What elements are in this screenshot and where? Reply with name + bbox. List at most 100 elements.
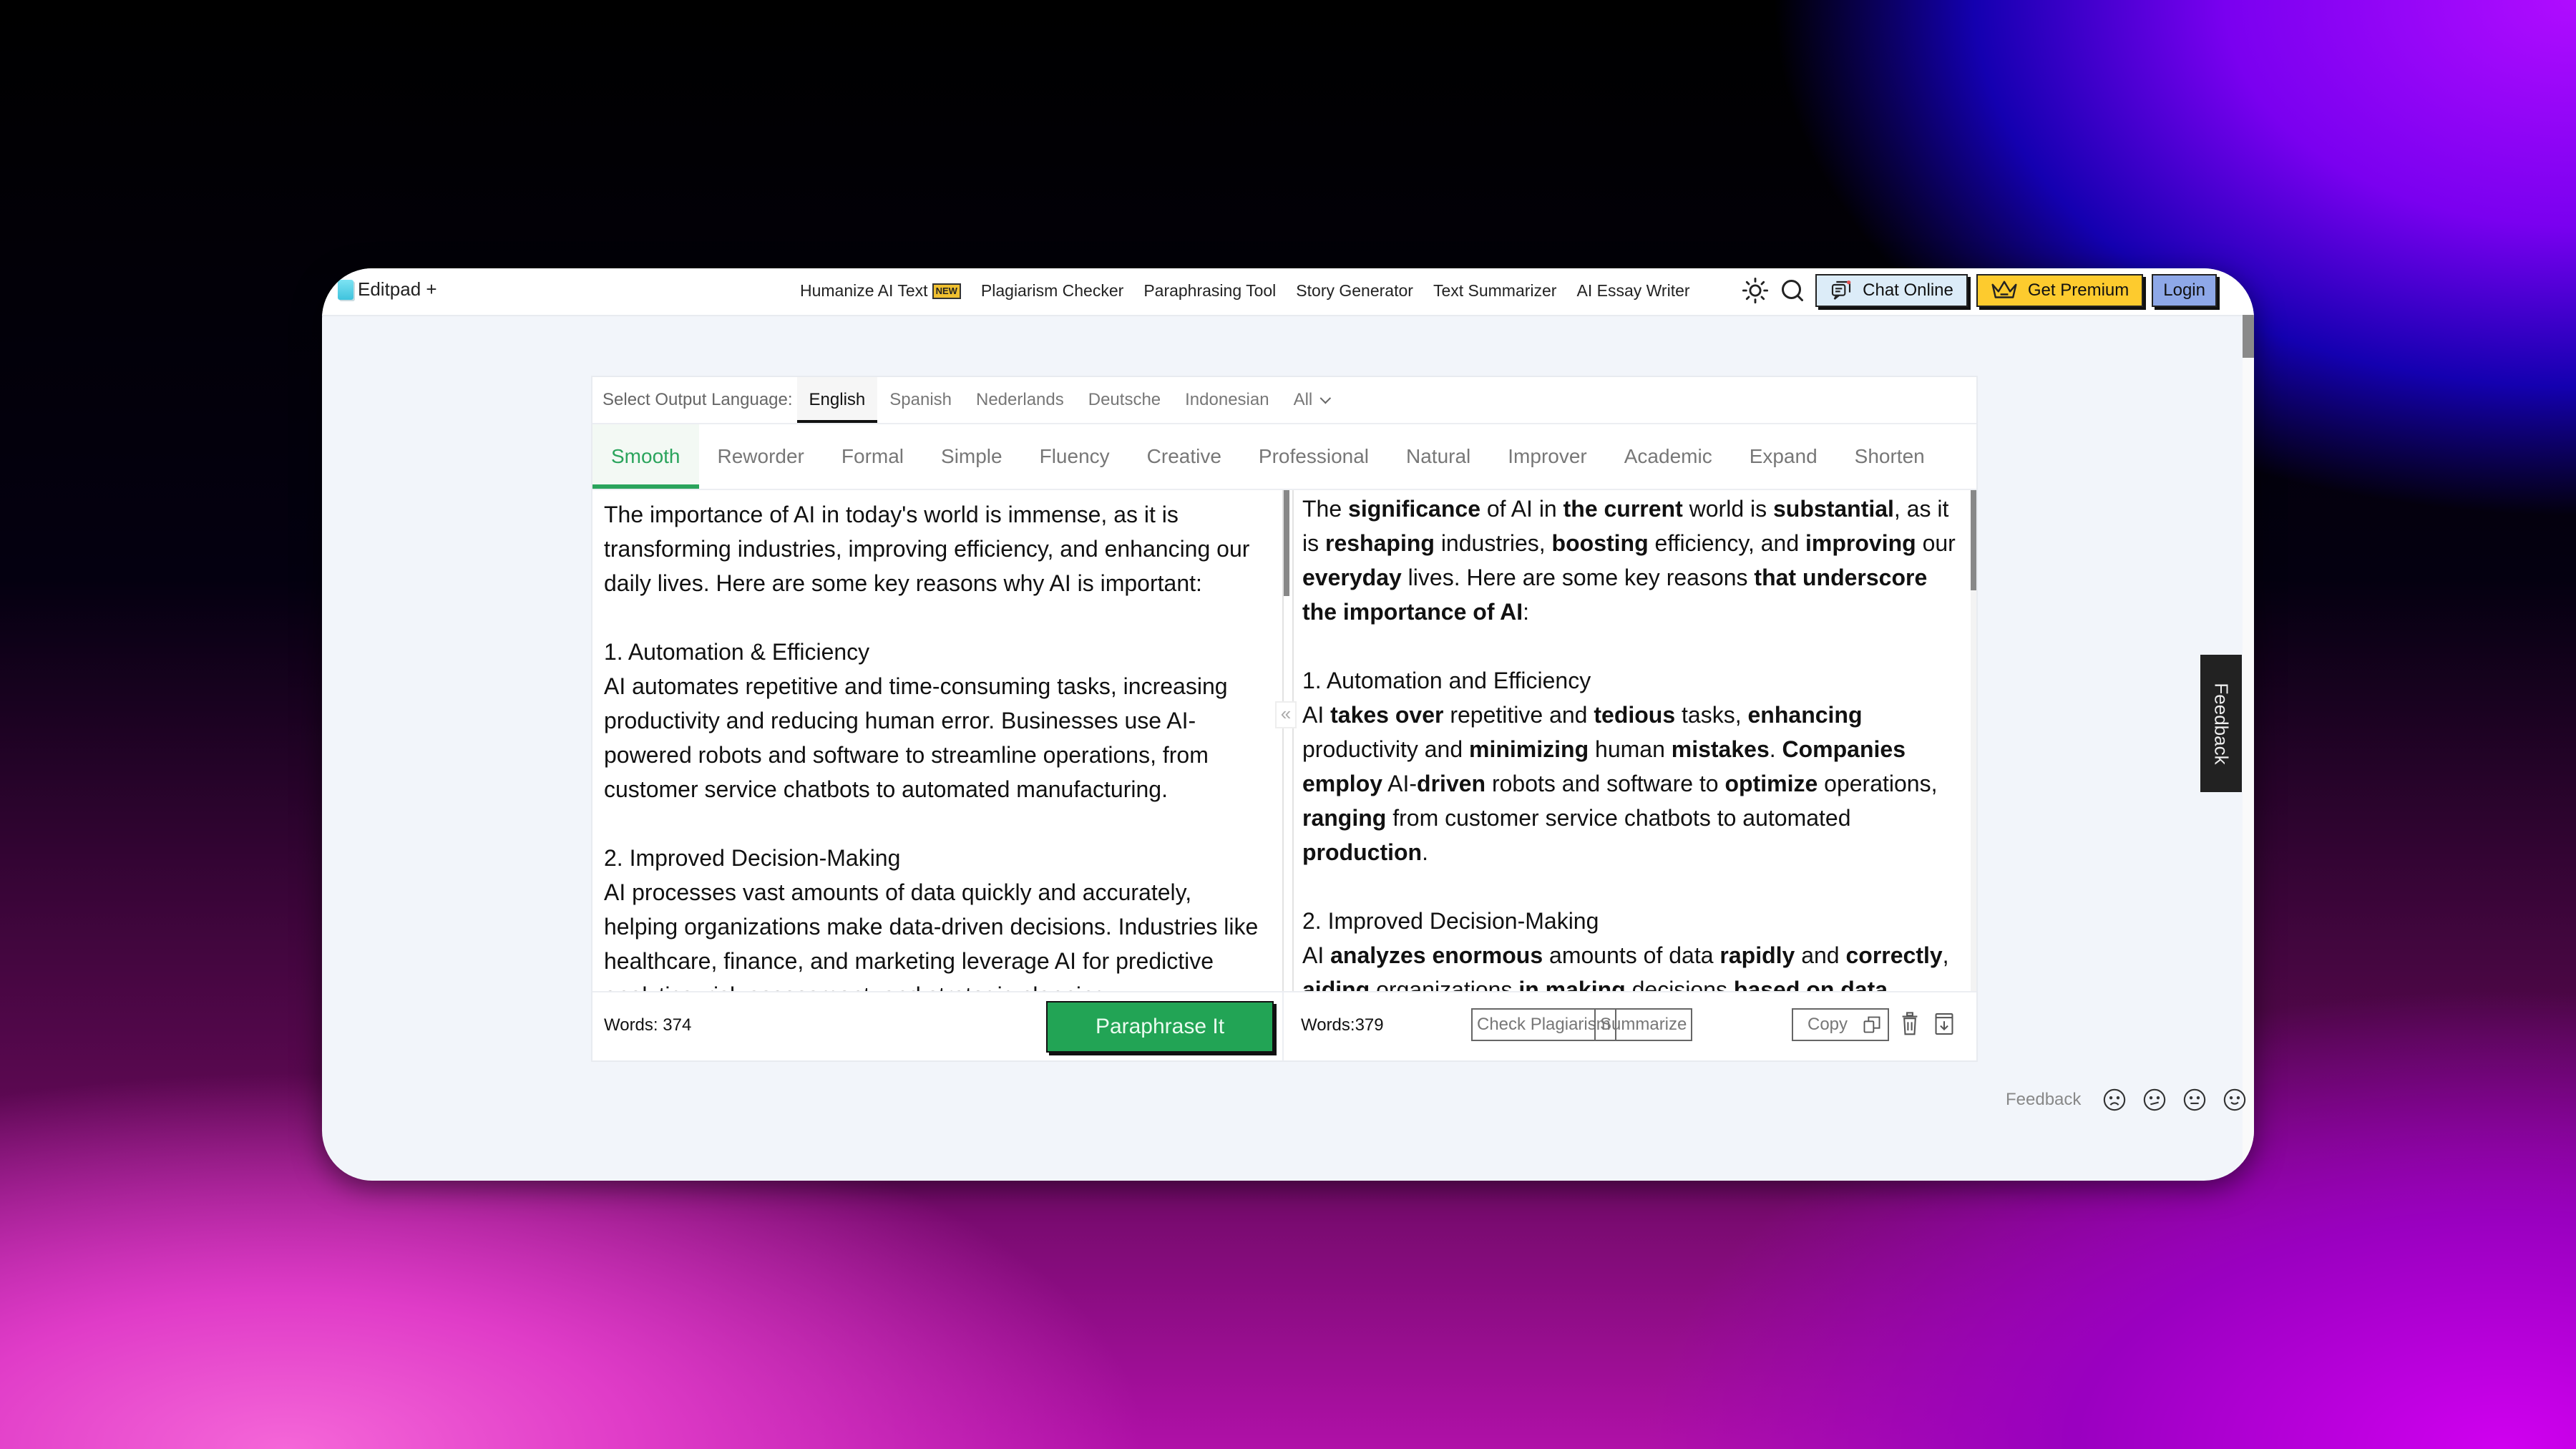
footer-divider (1282, 992, 1284, 1060)
nav-text-summarizer[interactable]: Text Summarizer (1433, 281, 1557, 301)
tab-professional[interactable]: Professional (1240, 424, 1387, 489)
changed-word: everyday (1302, 565, 1402, 590)
delete-button[interactable] (1899, 1010, 1921, 1038)
summarize-label: Summarize (1600, 1015, 1687, 1034)
unchanged-text: , (1942, 942, 1949, 968)
nav-story-generator[interactable]: Story Generator (1296, 281, 1413, 301)
tab-formal[interactable]: Formal (823, 424, 922, 489)
input-scrollbar-thumb[interactable] (1284, 490, 1289, 596)
main-nav: Humanize AI Text NEW Plagiarism Checker … (800, 281, 1690, 301)
editor-footer: Words: 374 Paraphrase It Words:379 Check… (592, 991, 1976, 1060)
changed-word: tedious (1594, 702, 1676, 728)
changed-word: in making (1518, 977, 1626, 991)
get-premium-label: Get Premium (2027, 280, 2129, 300)
feedback-label: Feedback (2006, 1090, 2082, 1109)
changed-word: optimize (1724, 771, 1818, 796)
very-sad-face-icon[interactable] (2102, 1088, 2127, 1112)
language-option-deutsche[interactable]: Deutsche (1076, 377, 1173, 423)
unchanged-text: our (1916, 530, 1956, 556)
output-scrollbar-thumb[interactable] (1971, 490, 1976, 590)
changed-word: rapidly (1719, 942, 1795, 968)
download-button[interactable] (1933, 1010, 1955, 1038)
nav-label: Humanize AI Text (800, 281, 928, 300)
changed-word: driven (1417, 771, 1486, 796)
tab-academic[interactable]: Academic (1606, 424, 1731, 489)
paraphrase-button[interactable]: Paraphrase It (1046, 1001, 1274, 1053)
nav-label: Text Summarizer (1433, 281, 1557, 300)
tab-natural[interactable]: Natural (1387, 424, 1489, 489)
changed-word: enhancing (1747, 702, 1863, 728)
page-scrollbar-thumb[interactable] (2243, 315, 2254, 358)
nav-label: Plagiarism Checker (980, 281, 1124, 300)
check-plagiarism-label: Check Plagiarism (1477, 1015, 1611, 1034)
changed-word: boosting (1551, 530, 1649, 556)
new-badge: NEW (932, 283, 961, 299)
download-icon (1935, 1013, 1953, 1035)
changed-word: production (1302, 839, 1423, 865)
tab-smooth[interactable]: Smooth (592, 424, 699, 489)
neutral-face-icon[interactable] (2182, 1088, 2207, 1112)
tab-simple[interactable]: Simple (922, 424, 1021, 489)
tab-reworder[interactable]: Reworder (699, 424, 823, 489)
copy-icon (1863, 1016, 1880, 1033)
tab-shorten[interactable]: Shorten (1836, 424, 1943, 489)
tab-fluency[interactable]: Fluency (1021, 424, 1128, 489)
output-scrollbar[interactable] (1971, 490, 1976, 991)
unchanged-text: . (1888, 977, 1894, 991)
output-text-area[interactable]: The significance of AI in the current wo… (1291, 490, 1974, 991)
language-option-spanish[interactable]: Spanish (877, 377, 964, 423)
tab-improver[interactable]: Improver (1489, 424, 1605, 489)
chat-online-button[interactable]: Chat Online (1815, 274, 1968, 307)
search-button[interactable] (1778, 276, 1807, 305)
unchanged-text: . (1769, 736, 1782, 762)
unchanged-text: AI- (1382, 771, 1418, 796)
unchanged-text: tasks, (1675, 702, 1748, 728)
logo[interactable]: Editpad + (338, 278, 437, 301)
logo-text: Editpad + (358, 278, 437, 300)
language-all-dropdown[interactable]: All (1282, 377, 1340, 423)
smile-face-icon[interactable] (2223, 1088, 2247, 1112)
output-paragraph: 2. Improved Decision-Making AI analyzes … (1302, 904, 1962, 991)
unchanged-text: decisions (1625, 977, 1734, 991)
language-all-label: All (1293, 390, 1313, 409)
search-icon (1782, 280, 1804, 301)
nav-plagiarism-checker[interactable]: Plagiarism Checker (981, 281, 1123, 301)
unchanged-text: operations, (1818, 771, 1938, 796)
nav-label: Story Generator (1296, 281, 1413, 300)
unchanged-text: of AI in (1480, 496, 1563, 522)
tab-creative[interactable]: Creative (1128, 424, 1240, 489)
input-text[interactable]: The importance of AI in today's world is… (592, 490, 1282, 991)
language-option-english[interactable]: English (796, 377, 878, 423)
nav-humanize-ai-text[interactable]: Humanize AI Text NEW (800, 281, 961, 301)
tab-expand[interactable]: Expand (1731, 424, 1836, 489)
theme-toggle-button[interactable] (1741, 276, 1770, 305)
login-button[interactable]: Login (2152, 274, 2217, 307)
unchanged-text: . (1422, 839, 1428, 865)
copy-button[interactable]: Copy (1792, 1008, 1889, 1041)
get-premium-button[interactable]: Get Premium (1976, 274, 2144, 307)
input-text-area[interactable]: The importance of AI in today's world is… (592, 490, 1282, 991)
nav-paraphrasing-tool[interactable]: Paraphrasing Tool (1143, 281, 1276, 301)
unchanged-text: world is (1682, 496, 1773, 522)
input-paragraph: 2. Improved Decision-Making AI processes… (604, 845, 1259, 991)
unchanged-text: industries, (1434, 530, 1552, 556)
summarize-button[interactable]: Summarize (1594, 1008, 1693, 1041)
output-language-selector: Select Output Language: English Spanish … (592, 377, 1976, 424)
unchanged-text: productivity and (1302, 736, 1470, 762)
copy-label: Copy (1807, 1015, 1848, 1034)
feedback-side-tab[interactable]: Feedback (2200, 655, 2242, 792)
input-paragraph: 1. Automation & Efficiency AI automates … (604, 639, 1228, 802)
page-scrollbar[interactable] (2243, 315, 2254, 1181)
input-word-count: Words: 374 (604, 1015, 692, 1035)
changed-word: substantial (1773, 496, 1894, 522)
language-option-nederlands[interactable]: Nederlands (964, 377, 1076, 423)
output-word-count: Words:379 (1301, 1015, 1384, 1035)
unchanged-text: efficiency, and (1648, 530, 1806, 556)
nav-ai-essay-writer[interactable]: AI Essay Writer (1576, 281, 1689, 301)
paraphraser-card: Select Output Language: English Spanish … (591, 376, 1978, 1062)
confused-face-icon[interactable] (2142, 1088, 2167, 1112)
changed-word: aiding (1302, 977, 1370, 991)
language-option-indonesian[interactable]: Indonesian (1173, 377, 1281, 423)
paraphrase-label: Paraphrase It (1095, 1015, 1225, 1038)
changed-word: correctly (1845, 942, 1943, 968)
